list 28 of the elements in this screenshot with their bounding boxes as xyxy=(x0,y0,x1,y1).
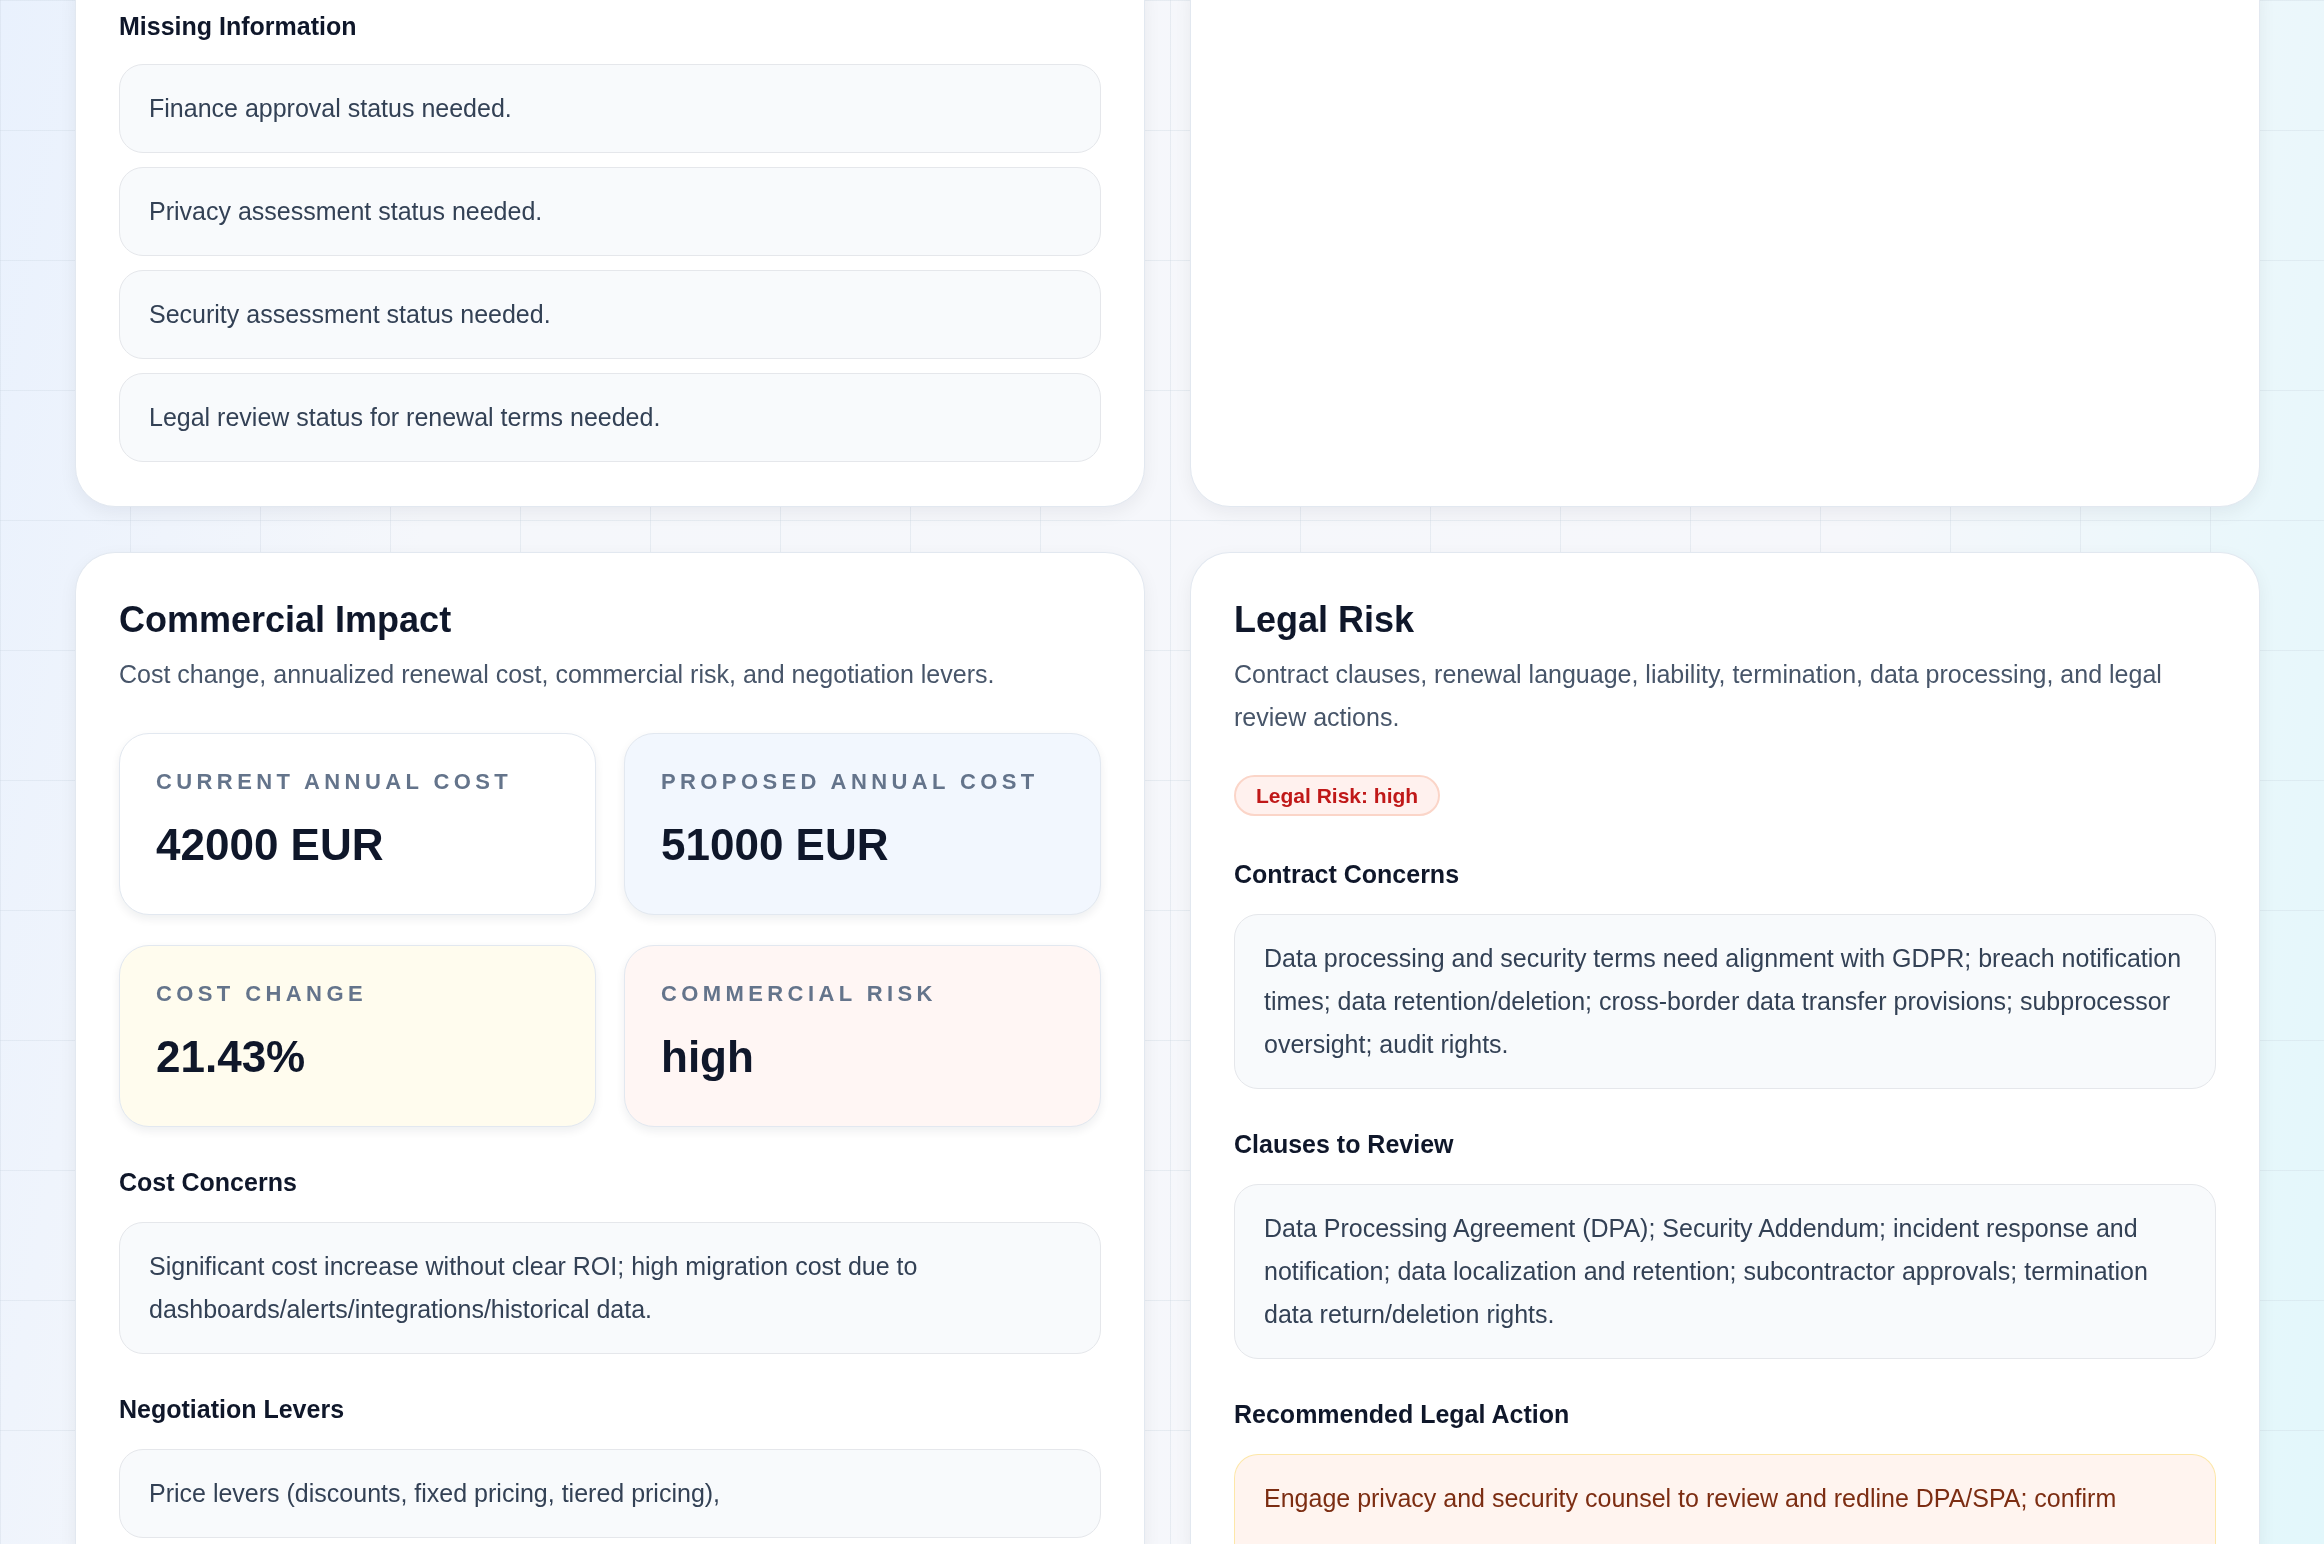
section-text: Engage privacy and security counsel to review and redline DPA/SPA; confirm xyxy=(1234,1454,2216,1544)
metric-value: 51000 EUR xyxy=(661,819,890,871)
section-text: Significant cost increase without clear ROI; high migration cost due to dashboards/alerts/integrations/historical data. xyxy=(119,1222,1101,1354)
section-heading: Missing Information xyxy=(119,11,358,41)
section-heading: Clauses to Review xyxy=(1234,1129,1455,1159)
metric-label: COST CHANGE xyxy=(156,981,368,1007)
card-subtitle: Contract clauses, renewal language, liability, termination, data processing, and legal review actions. xyxy=(1234,659,2163,733)
metric-label: CURRENT ANNUAL COST xyxy=(156,769,514,795)
card-title: Legal Risk xyxy=(1234,598,1416,642)
card-title: Commercial Impact xyxy=(119,598,453,642)
card-subtitle: Cost change, annualized renewal cost, commercial risk, and negotiation levers. xyxy=(119,659,996,690)
missing-item: Finance approval status needed. xyxy=(119,64,1101,153)
missing-item: Security assessment status needed. xyxy=(119,270,1101,359)
missing-item: Privacy assessment status needed. xyxy=(119,167,1101,256)
metric-label: PROPOSED ANNUAL COST xyxy=(661,769,1040,795)
section-heading: Contract Concerns xyxy=(1234,859,1461,889)
section-text: Data processing and security terms need alignment with GDPR; breach notification times; data retention/deletion; cross-border data transfer provisions; subprocessor oversight; audit rights. xyxy=(1234,914,2216,1089)
metric-label: COMMERCIAL RISK xyxy=(661,981,938,1007)
metric-value: 42000 EUR xyxy=(156,819,385,871)
section-text: Data Processing Agreement (DPA); Security Addendum; incident response and notification; data localization and retention; subcontractor approvals; termination data return/deletion rights. xyxy=(1234,1184,2216,1359)
section-heading: Negotiation Levers xyxy=(119,1394,346,1424)
risk-badge: Legal Risk: high xyxy=(1234,775,1441,816)
section-heading: Recommended Legal Action xyxy=(1234,1399,1571,1429)
missing-item: Legal review status for renewal terms needed. xyxy=(119,373,1101,462)
metric-value: 21.43% xyxy=(156,1031,307,1083)
section-heading: Cost Concerns xyxy=(119,1167,298,1197)
section-text: Price levers (discounts, fixed pricing, tiered pricing), xyxy=(119,1449,1101,1538)
metric-value: high xyxy=(661,1031,755,1083)
